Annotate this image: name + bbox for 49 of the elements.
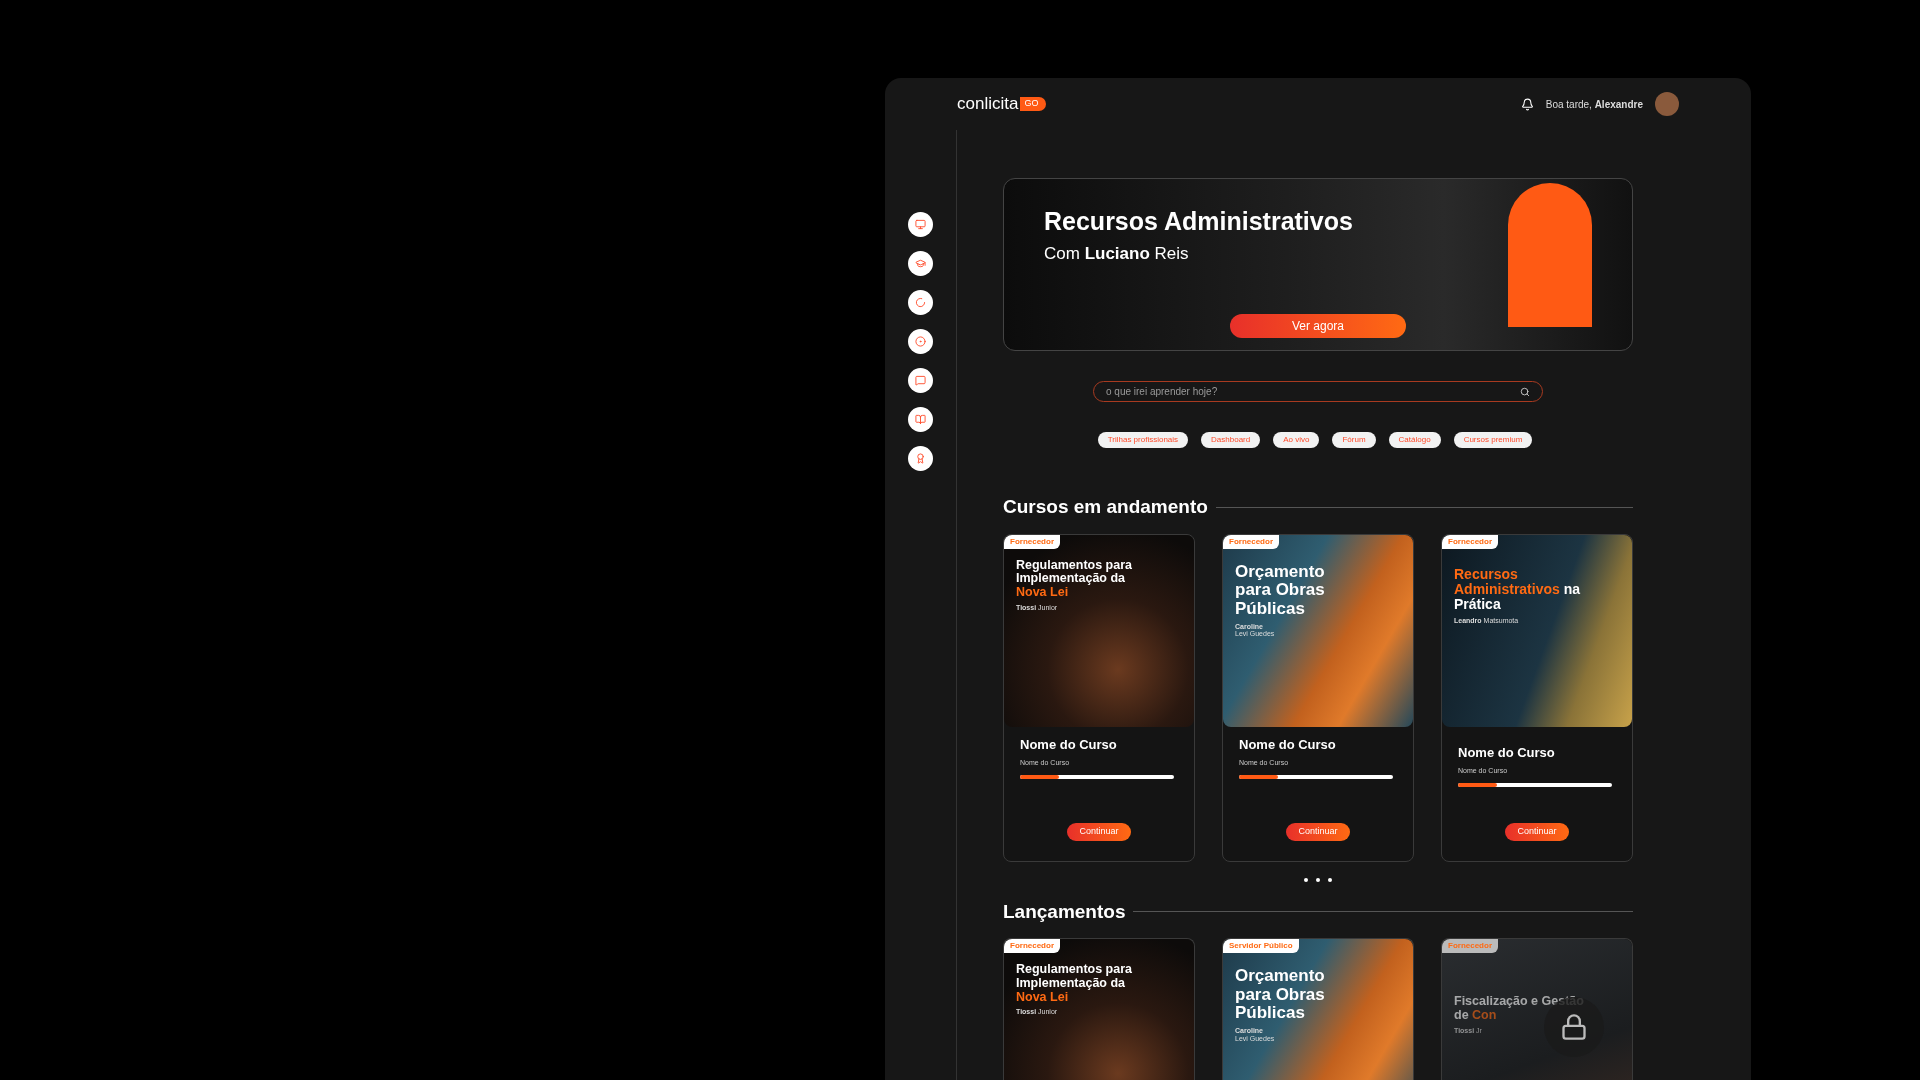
watch-now-button[interactable]: Ver agora bbox=[1230, 314, 1406, 338]
thumbnail-title: Orçamento para Obras Públicas bbox=[1235, 562, 1326, 619]
sidebar-nav-button[interactable] bbox=[908, 368, 933, 393]
sidebar-nav-button[interactable] bbox=[908, 251, 933, 276]
user-avatar[interactable] bbox=[1655, 92, 1679, 116]
continue-button[interactable]: Continuar bbox=[1505, 823, 1569, 841]
nav-icon bbox=[915, 297, 926, 308]
notification-bell-icon[interactable] bbox=[1520, 97, 1534, 111]
sidebar-nav-button[interactable] bbox=[908, 407, 933, 432]
category-badge: Fornecedor bbox=[1004, 534, 1060, 549]
banner-title: Recursos Administrativos bbox=[1044, 206, 1354, 237]
shortcut-chip[interactable]: Trilhas profissionais bbox=[1097, 432, 1189, 448]
shortcut-chip[interactable]: Catálogo bbox=[1388, 432, 1441, 448]
course-name: Nome do Curso bbox=[1239, 735, 1337, 754]
nav-icon bbox=[915, 453, 926, 464]
thumbnail-title: Recursos Administrativos na Prática bbox=[1454, 566, 1582, 613]
sidebar-nav-button[interactable] bbox=[908, 446, 933, 471]
banner-subtitle: Com Luciano Reis bbox=[1044, 242, 1190, 265]
search-input[interactable]: o que irei aprender hoje? bbox=[1106, 384, 1520, 399]
thumbnail-title: Regulamentos para Implementação da Nova Lei bbox=[1016, 963, 1133, 1005]
nav-icon bbox=[915, 219, 926, 230]
sidebar-nav-button[interactable] bbox=[908, 212, 933, 237]
section-title: Cursos em andamento bbox=[1003, 495, 1208, 519]
shortcut-chip[interactable]: Dashboard bbox=[1201, 432, 1261, 448]
nav-icon bbox=[915, 414, 926, 425]
thumbnail-title: Regulamentos para Implementação da Nova Lei bbox=[1016, 558, 1133, 600]
category-badge: Fornecedor bbox=[1442, 534, 1498, 549]
shortcut-chip[interactable]: Fórum bbox=[1332, 432, 1376, 448]
shortcut-chip[interactable]: Ao vivo bbox=[1273, 432, 1320, 448]
thumbnail-title: Orçamento para Obras Públicas bbox=[1235, 967, 1326, 1024]
logo-wordmark: conlicita bbox=[957, 93, 1019, 116]
section-title: Lançamentos bbox=[1003, 899, 1126, 924]
nav-icon bbox=[915, 258, 926, 269]
search-icon[interactable] bbox=[1520, 386, 1530, 397]
course-name: Nome do Curso bbox=[1458, 743, 1556, 762]
continue-button[interactable]: Continuar bbox=[1067, 823, 1131, 841]
category-badge: Fornecedor bbox=[1223, 534, 1279, 549]
nav-icon bbox=[915, 336, 926, 347]
sidebar-nav-button[interactable] bbox=[908, 329, 933, 354]
category-badge: Servidor Público bbox=[1223, 939, 1299, 953]
logo-badge: GO bbox=[1020, 97, 1047, 111]
sidebar-nav-button[interactable] bbox=[908, 290, 933, 315]
continue-button[interactable]: Continuar bbox=[1286, 823, 1350, 841]
nav-icon bbox=[915, 375, 926, 386]
shortcut-chip[interactable]: Cursos premium bbox=[1453, 432, 1533, 448]
category-badge: Fornecedor bbox=[1442, 939, 1498, 953]
category-badge: Fornecedor bbox=[1004, 939, 1060, 953]
greeting-text: Boa tarde, Alexandre bbox=[1545, 97, 1643, 112]
course-name: Nome do Curso bbox=[1020, 735, 1118, 754]
